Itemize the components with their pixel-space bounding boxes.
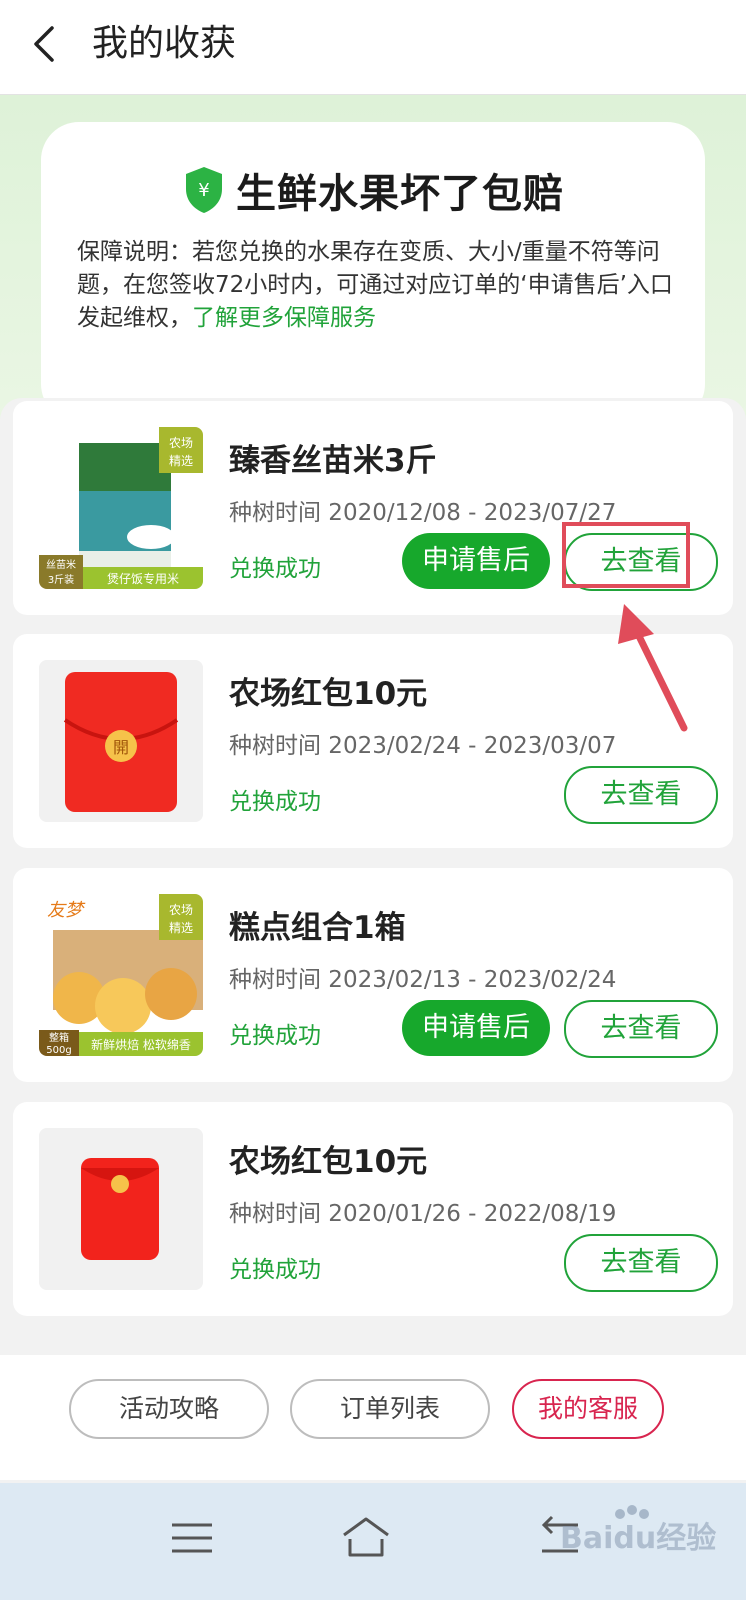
apply-after-sale-button[interactable]: 申请售后 — [402, 533, 550, 589]
svg-text:友梦: 友梦 — [47, 900, 86, 921]
page-title: 我的收获 — [92, 23, 237, 64]
item-time: 种树时间 2020/01/26 - 2022/08/19 — [229, 1201, 617, 1227]
svg-text:农场: 农场 — [169, 903, 193, 917]
top-bar: 我的收获 — [0, 0, 746, 95]
list-item: 农场红包10元 种树时间 2020/01/26 - 2022/08/19 兑换成… — [13, 1102, 733, 1316]
item-status: 兑换成功 — [229, 1023, 321, 1049]
apply-after-sale-button[interactable]: 申请售后 — [402, 1000, 550, 1056]
svg-text:¥: ¥ — [198, 180, 209, 201]
watermark-logo: Baidu经验 — [560, 1505, 716, 1556]
bottom-bar: 活动攻略 订单列表 我的客服 — [0, 1355, 746, 1480]
red-envelope-image: 開 — [39, 660, 203, 822]
svg-text:500g: 500g — [46, 1045, 71, 1056]
list-item: 农场 精选 友梦 整箱 500g 新鲜烘焙 松软绵香 糕点组合1箱 种树时间 2… — [13, 868, 733, 1082]
shield-icon: ¥ — [186, 167, 222, 213]
view-button[interactable]: 去查看 — [564, 1234, 718, 1292]
arrow-annotation-icon — [618, 604, 688, 732]
item-name: 农场红包10元 — [229, 1144, 428, 1180]
svg-text:精选: 精选 — [169, 454, 193, 468]
item-status: 兑换成功 — [229, 1257, 321, 1283]
guarantee-card: ¥ 生鲜水果坏了包赔 保障说明：若您兑换的水果存在变质、大小/重量不符等问题，在… — [41, 122, 705, 422]
activity-guide-button[interactable]: 活动攻略 — [69, 1379, 269, 1439]
svg-text:丝苗米: 丝苗米 — [46, 558, 76, 571]
view-button[interactable]: 去查看 — [564, 1000, 718, 1058]
item-name: 臻香丝苗米3斤 — [229, 443, 437, 479]
svg-text:整箱: 整箱 — [49, 1031, 69, 1044]
learn-more-link[interactable]: 了解更多保障服务 — [192, 305, 376, 331]
item-status: 兑换成功 — [229, 556, 321, 582]
item-name: 农场红包10元 — [229, 676, 428, 712]
item-name: 糕点组合1箱 — [229, 910, 406, 946]
item-time: 种树时间 2020/12/08 - 2023/07/27 — [229, 500, 617, 526]
view-button[interactable]: 去查看 — [564, 766, 718, 824]
svg-text:精选: 精选 — [169, 921, 193, 935]
guarantee-description: 保障说明：若您兑换的水果存在变质、大小/重量不符等问题，在您签收72小时内，可通… — [77, 236, 681, 335]
svg-text:新鲜烘焙 松软绵香: 新鲜烘焙 松软绵香 — [91, 1037, 191, 1052]
svg-text:開: 開 — [113, 738, 129, 757]
item-time: 种树时间 2023/02/24 - 2023/03/07 — [229, 733, 617, 759]
red-envelope-image — [39, 1128, 203, 1290]
item-status: 兑换成功 — [229, 789, 321, 815]
guarantee-title-row: ¥ 生鲜水果坏了包赔 — [41, 162, 705, 218]
highlight-annotation-box — [562, 522, 690, 588]
item-time: 种树时间 2023/02/13 - 2023/02/24 — [229, 967, 617, 993]
back-icon[interactable] — [30, 24, 60, 64]
svg-text:煲仔饭专用米: 煲仔饭专用米 — [107, 571, 179, 586]
svg-text:Baidu经验: Baidu经验 — [560, 1521, 716, 1556]
svg-text:3斤装: 3斤装 — [48, 573, 74, 586]
pastry-product-image: 农场 精选 友梦 整箱 500g 新鲜烘焙 松软绵香 — [39, 894, 203, 1056]
menu-icon[interactable] — [164, 1513, 220, 1563]
order-list-button[interactable]: 订单列表 — [290, 1379, 490, 1439]
guarantee-title: 生鲜水果坏了包赔 — [236, 171, 564, 217]
svg-text:农场: 农场 — [169, 436, 193, 450]
customer-service-button[interactable]: 我的客服 — [512, 1379, 664, 1439]
rice-product-image: 农场 精选 丝苗米 3斤装 煲仔饭专用米 — [39, 427, 203, 589]
home-icon[interactable] — [338, 1513, 394, 1563]
